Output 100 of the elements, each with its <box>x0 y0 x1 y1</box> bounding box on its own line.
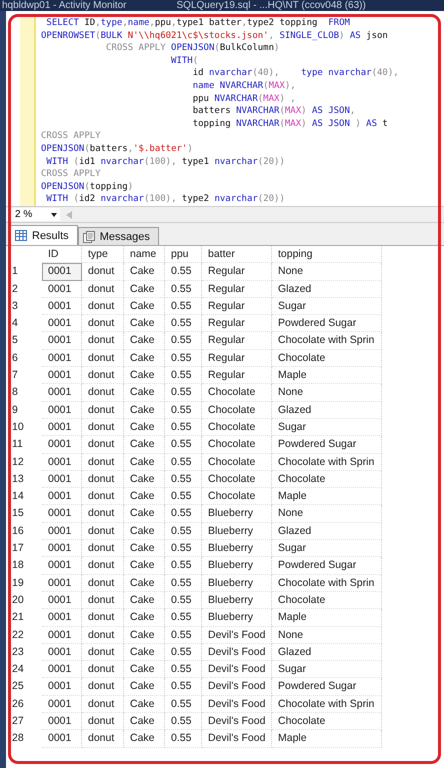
table-cell: 0001 <box>42 470 82 488</box>
table-cell: 0001 <box>42 402 82 419</box>
table-cell: Chocolate with Sprin <box>272 332 382 350</box>
code-line: OPENJSON(topping) <box>41 180 134 194</box>
table-cell: Cake <box>124 315 165 332</box>
row-number: 9 <box>11 402 19 418</box>
row-number: 27 <box>11 714 25 730</box>
table-cell: donut <box>82 661 124 678</box>
table-cell: Devil's Food <box>202 730 272 748</box>
table-cell: Powdered Sugar <box>272 436 382 454</box>
table-cell: donut <box>82 696 124 714</box>
table-cell: donut <box>82 609 124 627</box>
code-line: ppu NVARCHAR(MAX) , <box>192 92 297 106</box>
table-cell: 0.55 <box>165 367 202 384</box>
row-number: 8 <box>11 385 19 400</box>
table-cell: donut <box>82 522 124 540</box>
table-cell: Powdered Sugar <box>272 315 382 332</box>
table-cell: 0001 <box>42 298 82 316</box>
row-number: 16 <box>11 524 25 539</box>
table-cell: Chocolate <box>202 402 272 419</box>
table-cell: Sugar <box>272 661 382 678</box>
table-cell: Cake <box>124 488 165 506</box>
table-cell: Sugar <box>272 418 382 436</box>
code-line: SELECT ID,type,name,ppu,type1 batter,type2 topping FROM <box>45 17 351 30</box>
table-cell: Maple <box>272 609 382 627</box>
code-line: OPENROWSET(BULK N'\\hq6021\c$\stocks.json', SINGLE_CLOB) AS json <box>41 30 389 42</box>
table-cell: Cake <box>124 644 165 662</box>
column-header: topping <box>272 246 382 264</box>
table-cell: 0001 <box>42 678 82 696</box>
table-cell: Cake <box>124 730 165 748</box>
table-cell: Devil's Food <box>202 661 272 678</box>
table-cell: Sugar <box>272 540 382 558</box>
table-cell: 0001 <box>42 644 82 662</box>
table-cell: 0001 <box>42 540 82 558</box>
table-cell: Chocolate <box>272 350 382 368</box>
table-cell: 0.55 <box>165 540 202 558</box>
table-cell: Regular <box>202 298 272 316</box>
table-cell: 0.55 <box>165 402 202 419</box>
table-cell: Glazed <box>272 522 382 540</box>
table-cell: Chocolate <box>202 454 272 471</box>
table-cell: 0.55 <box>165 713 202 730</box>
table-cell: donut <box>82 454 124 471</box>
caret-icon <box>51 212 57 216</box>
table-cell: Regular <box>202 350 272 368</box>
table-cell: Glazed <box>272 280 382 298</box>
table-cell: donut <box>82 626 124 644</box>
table-cell: Cake <box>124 384 165 402</box>
table-cell: 0001 <box>42 505 82 523</box>
table-cell: 0.55 <box>165 505 202 523</box>
table-cell: 0001 <box>42 332 82 350</box>
row-number: 26 <box>11 696 25 712</box>
table-cell: Regular <box>202 367 272 384</box>
results-tab[interactable]: Messages <box>78 227 159 245</box>
table-cell: Cake <box>124 540 165 558</box>
table-cell: Devil's Food <box>202 713 272 730</box>
table-cell: Blueberry <box>202 557 272 575</box>
document-icon <box>82 230 95 242</box>
table-cell: donut <box>82 315 124 332</box>
table-cell: donut <box>82 470 124 488</box>
code-line: WITH( <box>170 54 200 68</box>
table-cell: 0.55 <box>165 454 202 471</box>
table-cell: 0.55 <box>165 280 202 298</box>
table-cell: donut <box>82 592 124 610</box>
code-line: WITH (id2 nvarchar(100), type2 nvarchar(20)) <box>45 193 286 206</box>
table-cell: Blueberry <box>202 574 272 592</box>
table-cell: 0.55 <box>165 522 202 540</box>
table-cell: Devil's Food <box>202 678 272 696</box>
table-cell: 0.55 <box>165 470 202 488</box>
table-cell: Cake <box>124 574 165 592</box>
table-cell: 0001 <box>42 609 82 627</box>
row-number: 10 <box>11 420 25 435</box>
table-cell: 0.55 <box>165 592 202 610</box>
table-cell: Cake <box>124 350 165 368</box>
results-tab[interactable]: Results <box>10 225 78 245</box>
table-cell: Cake <box>124 505 165 523</box>
table-cell: Chocolate <box>272 713 382 730</box>
table-cell: Blueberry <box>202 522 272 540</box>
code-line: topping NVARCHAR(MAX) AS JSON ) AS t <box>192 118 389 130</box>
table-cell: Blueberry <box>202 540 272 558</box>
table-cell: 0.55 <box>165 488 202 506</box>
code-line: name NVARCHAR(MAX), <box>192 80 297 93</box>
table-cell: 0.55 <box>165 678 202 696</box>
row-number: 22 <box>11 628 25 643</box>
row-number: 3 <box>11 298 19 314</box>
table-cell: 0.55 <box>165 730 202 748</box>
code-line: WITH (id1 nvarchar(100), type1 nvarchar(20)) <box>45 156 286 168</box>
table-cell: Blueberry <box>202 505 272 523</box>
grid-icon <box>15 230 27 241</box>
table-cell: donut <box>82 730 124 748</box>
table-cell: Regular <box>202 315 272 332</box>
table-cell: None <box>272 384 382 402</box>
table-cell: donut <box>82 505 124 523</box>
table-cell: Chocolate <box>202 384 272 402</box>
table-cell: 0001 <box>42 713 82 730</box>
table-cell: donut <box>82 332 124 350</box>
table-cell: 0001 <box>42 696 82 714</box>
zoom-dropdown[interactable]: 2 % <box>6 208 60 221</box>
table-cell: Chocolate <box>272 470 382 488</box>
column-header: name <box>124 246 165 264</box>
table-cell: Cake <box>124 713 165 730</box>
